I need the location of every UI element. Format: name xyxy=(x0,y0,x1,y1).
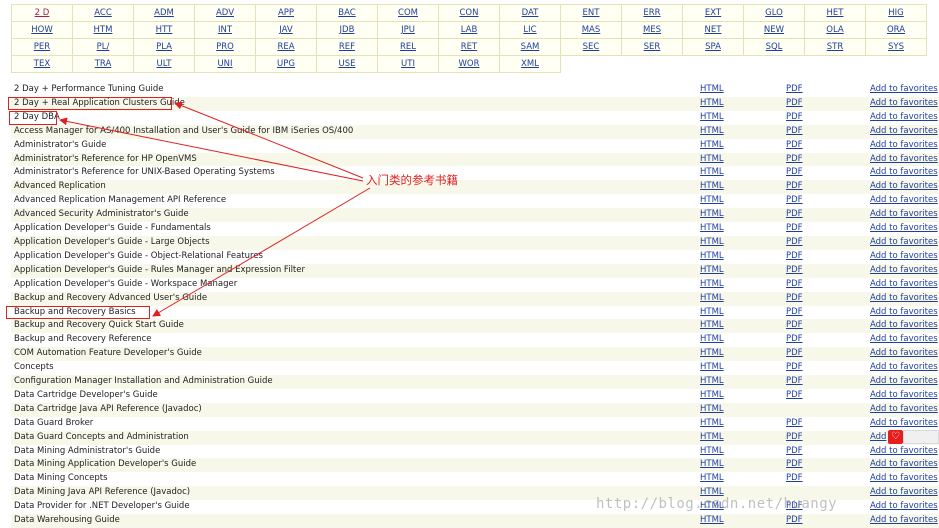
watermark: http://blog.csdn.net/huangy xyxy=(596,496,838,512)
heart-icon[interactable]: ♡ xyxy=(888,430,903,444)
popup-strip xyxy=(903,430,939,444)
annotation-note: 入门类的参考书籍 xyxy=(366,173,458,187)
annotation-arrows xyxy=(59,101,371,317)
